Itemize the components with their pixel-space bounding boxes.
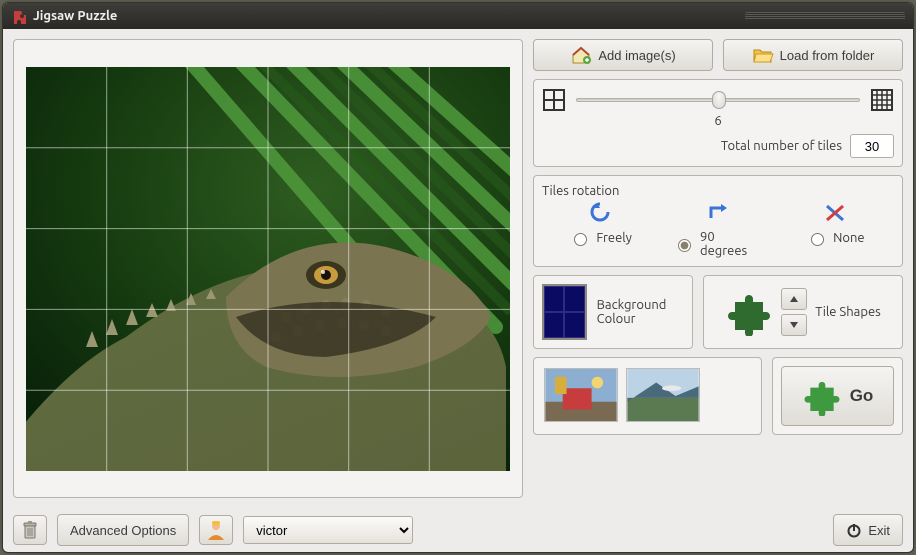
tile-shapes-label: Tile Shapes (815, 305, 881, 319)
rotation-freely-option[interactable]: Freely (569, 230, 632, 246)
thumbnail-2[interactable] (626, 368, 700, 422)
total-tiles-input[interactable] (850, 134, 894, 158)
exit-button[interactable]: Exit (833, 514, 903, 546)
grid-many-icon (870, 88, 894, 112)
puzzle-piece-icon (725, 288, 773, 336)
thumbnail-1[interactable] (544, 368, 618, 422)
window-title: Jigsaw Puzzle (33, 9, 739, 23)
exit-label: Exit (868, 523, 890, 538)
top-button-row: Add image(s) Load from folder (533, 39, 903, 71)
total-tiles-label: Total number of tiles (721, 139, 842, 153)
tile-shape-down-button[interactable] (781, 314, 807, 336)
slider-value: 6 (542, 114, 894, 128)
load-from-folder-label: Load from folder (780, 48, 875, 63)
tile-count-slider[interactable] (576, 90, 860, 110)
left-column (13, 39, 523, 498)
home-plus-icon (570, 45, 592, 65)
folder-open-icon (752, 46, 774, 64)
rotate-none-icon (823, 202, 847, 224)
mid-row: Background Colour Tile Shapes (533, 275, 903, 349)
load-from-folder-button[interactable]: Load from folder (723, 39, 903, 71)
trash-button[interactable] (13, 515, 47, 545)
go-frame: Go (772, 357, 903, 435)
puzzle-preview[interactable] (26, 67, 510, 471)
avatar-icon (205, 519, 227, 541)
go-label: Go (850, 386, 874, 406)
bottom-row: Go (533, 357, 903, 435)
bottombar: Advanced Options victor Exit (3, 508, 913, 552)
tile-shape-up-button[interactable] (781, 288, 807, 310)
advanced-options-label: Advanced Options (70, 523, 176, 538)
titlebar-grip (745, 12, 905, 20)
rotation-title: Tiles rotation (542, 184, 894, 198)
titlebar[interactable]: Jigsaw Puzzle (3, 3, 913, 29)
add-images-button[interactable]: Add image(s) (533, 39, 713, 71)
tile-shapes-stepper (781, 288, 807, 336)
preview-frame (13, 39, 523, 498)
content-area: Add image(s) Load from folder (3, 29, 913, 508)
background-colour-swatch[interactable] (542, 284, 587, 340)
right-column: Add image(s) Load from folder (533, 39, 903, 498)
user-select[interactable]: victor (243, 516, 413, 544)
rotate-90-icon (705, 202, 731, 224)
tile-count-frame: 6 Total number of tiles (533, 79, 903, 167)
rotation-90-option[interactable]: 90 degrees (673, 230, 763, 258)
rotate-freely-icon (588, 202, 614, 224)
add-images-label: Add image(s) (598, 48, 675, 63)
user-avatar-button[interactable] (199, 515, 233, 545)
trash-icon (21, 520, 39, 540)
advanced-options-button[interactable]: Advanced Options (57, 514, 189, 546)
go-puzzle-icon (802, 376, 842, 416)
grid-few-icon (542, 88, 566, 112)
background-colour-frame: Background Colour (533, 275, 693, 349)
app-icon (11, 8, 27, 24)
tile-shapes-frame: Tile Shapes (703, 275, 903, 349)
rotation-frame: Tiles rotation Freely (533, 175, 903, 267)
rotation-none-option[interactable]: None (806, 230, 865, 246)
slider-thumb[interactable] (712, 91, 726, 109)
background-colour-label: Background Colour (597, 298, 684, 326)
app-window: Jigsaw Puzzle (2, 2, 914, 553)
go-button[interactable]: Go (781, 366, 894, 426)
thumbnails-frame (533, 357, 762, 435)
power-icon (846, 522, 862, 538)
